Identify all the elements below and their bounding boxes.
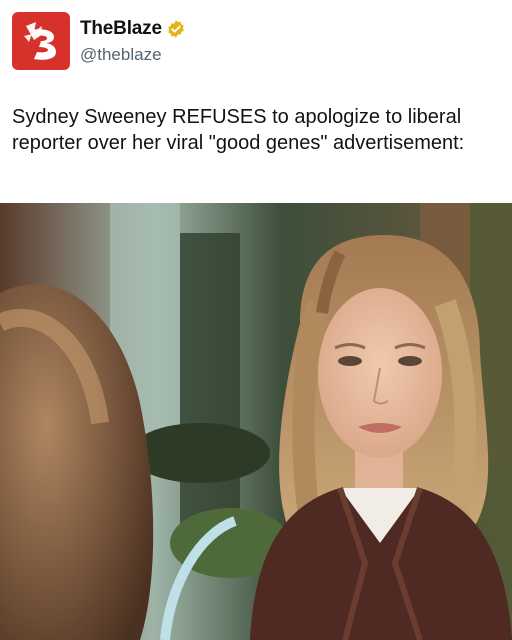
- display-name[interactable]: TheBlaze: [80, 18, 162, 40]
- interview-photo: [0, 203, 512, 640]
- tweet-header: TheBlaze @theblaze: [12, 12, 500, 72]
- name-row: TheBlaze: [80, 18, 186, 40]
- blaze-logo-icon: [24, 22, 56, 60]
- verified-badge-icon: [168, 20, 184, 38]
- tweet-photo[interactable]: [0, 203, 512, 640]
- handle[interactable]: @theblaze: [80, 45, 162, 65]
- avatar[interactable]: [12, 12, 70, 70]
- tweet-text: Sydney Sweeney REFUSES to apologize to l…: [12, 106, 465, 154]
